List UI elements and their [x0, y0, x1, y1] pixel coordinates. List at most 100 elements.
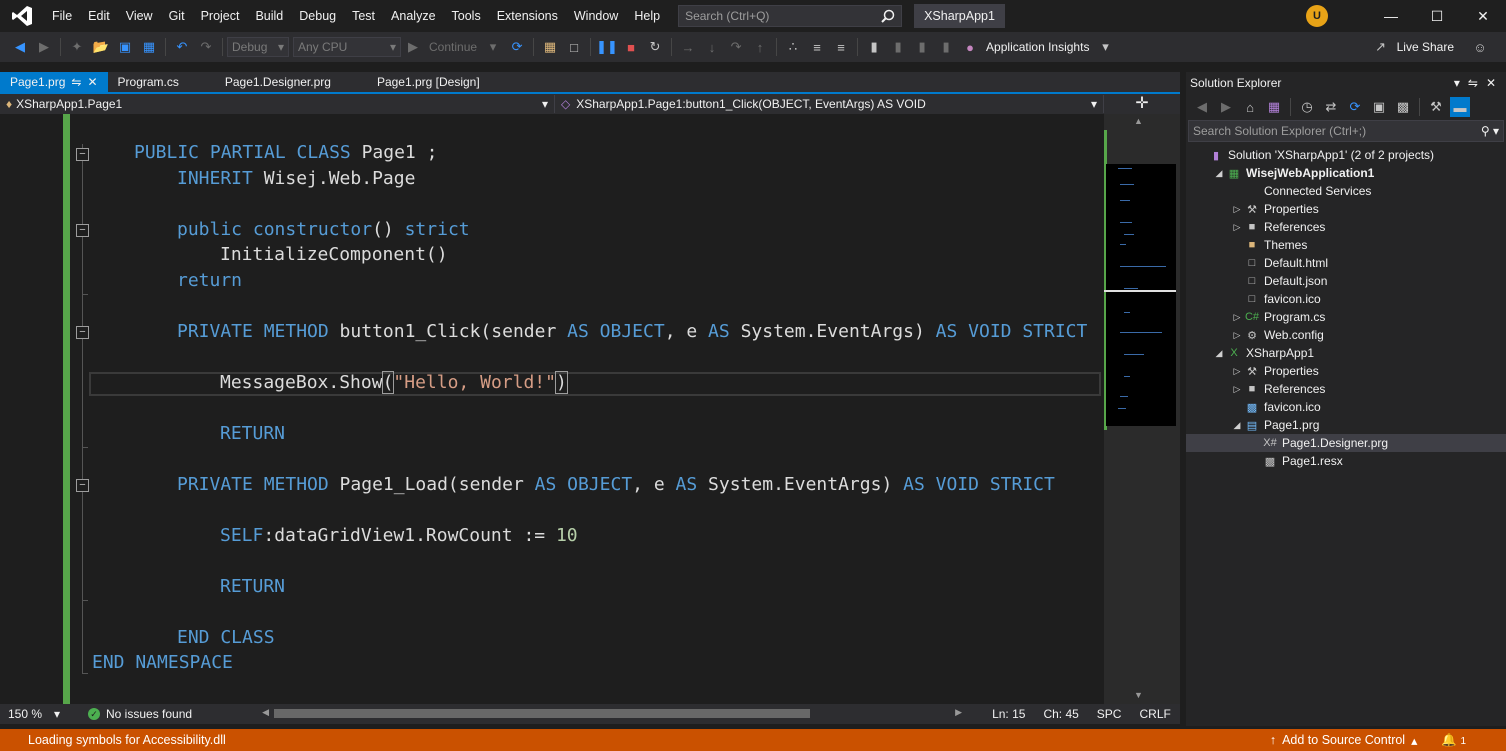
pin-icon[interactable]: ⇋: [71, 72, 81, 92]
solution-tree-item[interactable]: □ Default.html: [1186, 254, 1506, 272]
code-minimap[interactable]: [1106, 164, 1176, 426]
maximize-button[interactable]: ☐: [1414, 0, 1460, 32]
solution-tree-item[interactable]: □ favicon.ico: [1186, 290, 1506, 308]
type-dropdown[interactable]: ♦ XSharpApp1.Page1 ▾: [0, 95, 555, 113]
feedback-icon[interactable]: ☺: [1470, 37, 1490, 57]
navigate-back-icon[interactable]: ◀: [10, 37, 30, 57]
new-project-icon[interactable]: ✦: [67, 37, 87, 57]
chevron-down-icon[interactable]: ▾: [1095, 37, 1115, 57]
comment-icon[interactable]: ≡: [807, 37, 827, 57]
chevron-down-icon[interactable]: ▾: [1454, 76, 1460, 90]
tab-page1-designer-prg[interactable]: Page1.Designer.prg: [215, 72, 341, 92]
play-icon[interactable]: ▶: [403, 37, 423, 57]
scroll-left-icon[interactable]: ◀: [262, 707, 269, 718]
add-to-source-control-button[interactable]: ↑ Add to Source Control ▴: [1270, 733, 1442, 748]
solution-tree-item[interactable]: ◢ ▦ WisejWebApplication1: [1186, 164, 1506, 182]
tab-page1-prg[interactable]: Page1.prg ⇋ ✕: [0, 72, 108, 92]
solution-tree-item[interactable]: ▷ C# Program.cs: [1186, 308, 1506, 326]
continue-button[interactable]: Continue: [429, 40, 477, 54]
application-insights-button[interactable]: Application Insights: [986, 40, 1089, 54]
expanded-arrow-icon[interactable]: ◢: [1230, 420, 1244, 431]
collapse-constructor-icon[interactable]: −: [76, 224, 89, 237]
scroll-right-icon[interactable]: ▶: [955, 707, 962, 718]
uncomment-icon[interactable]: ≡: [831, 37, 851, 57]
home-icon[interactable]: ⌂: [1240, 97, 1260, 117]
solution-tree-item[interactable]: ▷ ⚒ Properties: [1186, 362, 1506, 380]
line-ending[interactable]: CRLF: [1139, 707, 1170, 721]
collapse-class-icon[interactable]: −: [76, 148, 89, 161]
scroll-up-icon[interactable]: ▲: [1134, 116, 1143, 126]
stop-icon[interactable]: ■: [621, 37, 641, 57]
solution-search-input[interactable]: Search Solution Explorer (Ctrl+;) ⚲ ▾: [1188, 120, 1504, 142]
vertical-scrollbar-minimap[interactable]: ▲ ▼: [1104, 114, 1180, 704]
close-window-button[interactable]: ✕: [1460, 0, 1506, 32]
live-share-button[interactable]: Live Share: [1397, 40, 1454, 54]
solution-tree-item[interactable]: ▷ ■ References: [1186, 218, 1506, 236]
solution-tree-item[interactable]: ▷ ⚒ Properties: [1186, 200, 1506, 218]
solution-tree-item[interactable]: ▷ ■ References: [1186, 380, 1506, 398]
pause-icon[interactable]: ❚❚: [596, 37, 618, 57]
browser-link-icon[interactable]: □: [564, 37, 584, 57]
menu-help[interactable]: Help: [626, 0, 668, 32]
column-number[interactable]: Ch: 45: [1043, 707, 1078, 721]
code-editor[interactable]: − − − − PUBLIC PARTIAL CLASS Page1 ; INH…: [0, 114, 1104, 704]
solution-tree-item[interactable]: X# Page1.Designer.prg: [1186, 434, 1506, 452]
menu-extensions[interactable]: Extensions: [489, 0, 566, 32]
prev-bookmark-icon[interactable]: ▮: [888, 37, 908, 57]
pin-icon[interactable]: ⇋: [1468, 76, 1478, 90]
account-avatar-icon[interactable]: U: [1306, 5, 1328, 27]
notifications-button[interactable]: 🔔 1: [1441, 733, 1506, 748]
live-share-icon[interactable]: ↗: [1371, 37, 1391, 57]
show-all-files-icon[interactable]: ▩: [1393, 97, 1413, 117]
zoom-dropdown[interactable]: 150 % ▾: [0, 707, 64, 721]
solution-tree-item[interactable]: ◢ X XSharpApp1: [1186, 344, 1506, 362]
lightbulb-icon[interactable]: ●: [960, 37, 980, 57]
save-icon[interactable]: ▣: [115, 37, 135, 57]
minimize-button[interactable]: —: [1368, 0, 1414, 32]
close-icon[interactable]: ✕: [1486, 76, 1496, 90]
bookmark-icon[interactable]: ▮: [864, 37, 884, 57]
collapsed-arrow-icon[interactable]: ▷: [1230, 222, 1244, 233]
configuration-combo[interactable]: Debug ▾: [227, 37, 289, 57]
collapsed-arrow-icon[interactable]: ▷: [1230, 204, 1244, 215]
refresh-icon[interactable]: ⟳: [507, 37, 527, 57]
minimap-viewport-indicator[interactable]: [1104, 290, 1176, 292]
menu-analyze[interactable]: Analyze: [383, 0, 443, 32]
menu-tools[interactable]: Tools: [444, 0, 489, 32]
close-icon[interactable]: ✕: [87, 72, 97, 92]
expanded-arrow-icon[interactable]: ◢: [1212, 168, 1226, 179]
solution-tree-item[interactable]: ■ Themes: [1186, 236, 1506, 254]
menu-project[interactable]: Project: [193, 0, 248, 32]
attach-process-icon[interactable]: ▦: [540, 37, 560, 57]
member-dropdown[interactable]: ◇ XSharpApp1.Page1:button1_Click(OBJECT,…: [555, 95, 1104, 113]
menu-debug[interactable]: Debug: [291, 0, 344, 32]
expanded-arrow-icon[interactable]: ◢: [1212, 348, 1226, 359]
collapsed-arrow-icon[interactable]: ▷: [1230, 384, 1244, 395]
collapsed-arrow-icon[interactable]: ▷: [1230, 330, 1244, 341]
collapsed-arrow-icon[interactable]: ▷: [1230, 312, 1244, 323]
scroll-down-icon[interactable]: ▼: [1134, 690, 1143, 700]
solution-tree-item[interactable]: ▷ ⚙ Web.config: [1186, 326, 1506, 344]
forward-icon[interactable]: ▶: [1216, 97, 1236, 117]
solution-tree-item[interactable]: □ Default.json: [1186, 272, 1506, 290]
properties-icon[interactable]: ⚒: [1426, 97, 1446, 117]
collapse-page1-load-icon[interactable]: −: [76, 479, 89, 492]
navigate-forward-icon[interactable]: ▶: [34, 37, 54, 57]
open-folder-icon[interactable]: 📂: [91, 37, 111, 57]
step-into-icon[interactable]: ↓: [702, 37, 722, 57]
hot-reload-icon[interactable]: ∴: [783, 37, 803, 57]
menu-file[interactable]: File: [44, 0, 80, 32]
collapse-button1-click-icon[interactable]: −: [76, 326, 89, 339]
menu-window[interactable]: Window: [566, 0, 626, 32]
solution-tree-item[interactable]: Connected Services: [1186, 182, 1506, 200]
line-number[interactable]: Ln: 15: [992, 707, 1025, 721]
pending-changes-icon[interactable]: ◷: [1297, 97, 1317, 117]
collapsed-arrow-icon[interactable]: ▷: [1230, 366, 1244, 377]
next-bookmark-icon[interactable]: ▮: [912, 37, 932, 57]
clear-bookmarks-icon[interactable]: ▮: [936, 37, 956, 57]
solution-tree-item[interactable]: ▮ Solution 'XSharpApp1' (2 of 2 projects): [1186, 146, 1506, 164]
solution-tree-item[interactable]: ▩ Page1.resx: [1186, 452, 1506, 470]
horizontal-scrollbar[interactable]: ◀ ▶: [262, 704, 962, 724]
step-out-icon[interactable]: ↑: [750, 37, 770, 57]
refresh-icon[interactable]: ⟳: [1345, 97, 1365, 117]
